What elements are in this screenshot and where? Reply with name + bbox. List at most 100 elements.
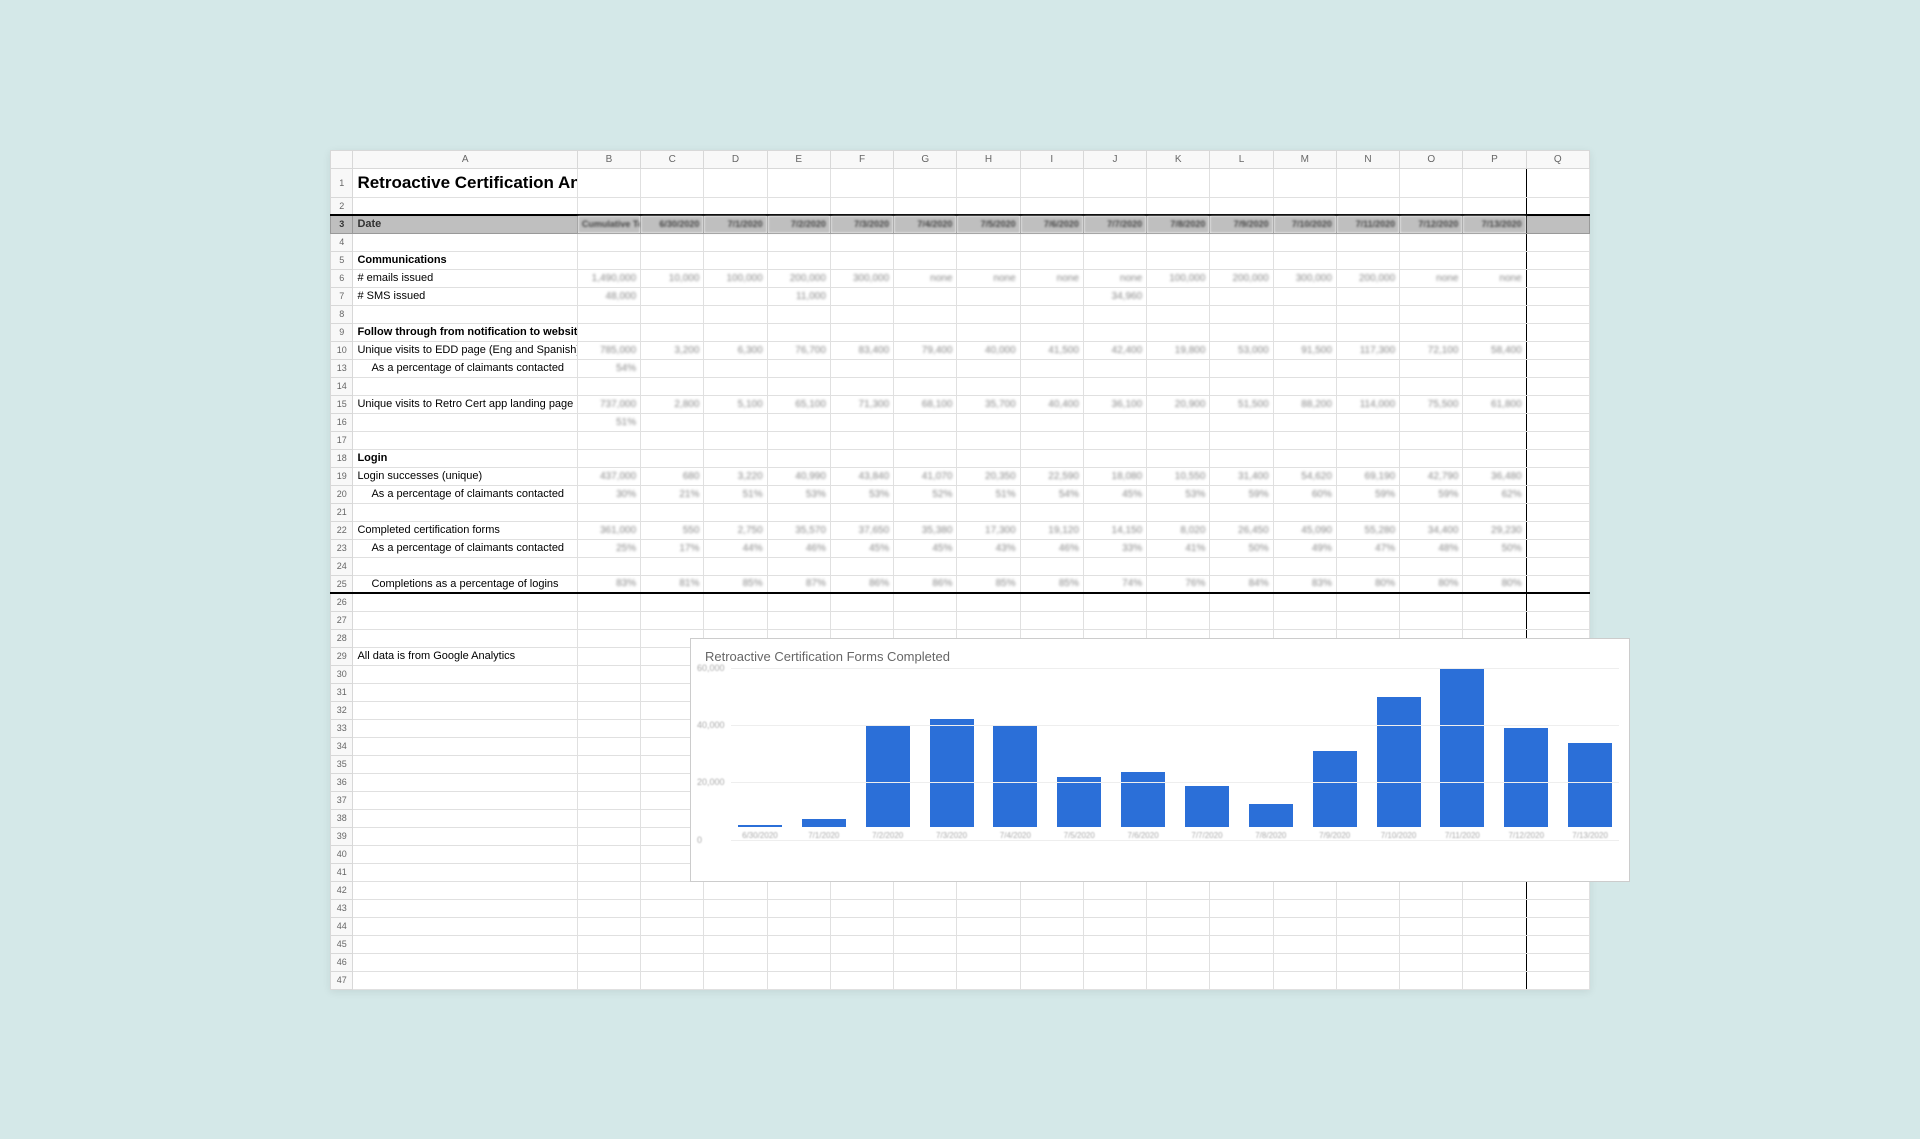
cell-C21[interactable] <box>641 503 704 521</box>
cell-E22[interactable]: 35,570 <box>767 521 830 539</box>
cell-D6[interactable]: 100,000 <box>704 269 767 287</box>
cell-H46[interactable] <box>957 953 1020 971</box>
cell-L17[interactable] <box>1210 431 1273 449</box>
cell-Q18[interactable] <box>1526 449 1589 467</box>
cell-D4[interactable] <box>704 233 767 251</box>
cell-G13[interactable] <box>894 359 957 377</box>
cell-E44[interactable] <box>767 917 830 935</box>
cell-A23[interactable]: As a percentage of claimants contacted <box>353 539 577 557</box>
row-header-4[interactable]: 4 <box>331 233 353 251</box>
cell-Q3[interactable] <box>1526 215 1589 233</box>
cell-Q1[interactable] <box>1526 168 1589 197</box>
cell-D20[interactable]: 51% <box>704 485 767 503</box>
cell-N2[interactable] <box>1336 197 1399 215</box>
cell-B27[interactable] <box>577 611 640 629</box>
row-header-1[interactable]: 1 <box>331 168 353 197</box>
cell-J42[interactable] <box>1083 881 1146 899</box>
cell-B9[interactable] <box>577 323 640 341</box>
row-header-27[interactable]: 27 <box>331 611 353 629</box>
cell-H23[interactable]: 43% <box>957 539 1020 557</box>
cell-M4[interactable] <box>1273 233 1336 251</box>
cell-H43[interactable] <box>957 899 1020 917</box>
cell-K13[interactable] <box>1147 359 1210 377</box>
cell-Q4[interactable] <box>1526 233 1589 251</box>
cell-K25[interactable]: 76% <box>1147 575 1210 593</box>
cell-O21[interactable] <box>1400 503 1463 521</box>
cell-Q25[interactable] <box>1526 575 1589 593</box>
row-header-38[interactable]: 38 <box>331 809 353 827</box>
cell-A19[interactable]: Login successes (unique) <box>353 467 577 485</box>
cell-P46[interactable] <box>1463 953 1526 971</box>
cell-K3[interactable]: 7/8/2020 <box>1147 215 1210 233</box>
cell-O2[interactable] <box>1400 197 1463 215</box>
cell-L45[interactable] <box>1210 935 1273 953</box>
col-header-P[interactable]: P <box>1463 150 1526 168</box>
cell-Q9[interactable] <box>1526 323 1589 341</box>
cell-E45[interactable] <box>767 935 830 953</box>
cell-K24[interactable] <box>1147 557 1210 575</box>
cell-Q16[interactable] <box>1526 413 1589 431</box>
col-header-G[interactable]: G <box>894 150 957 168</box>
cell-K47[interactable] <box>1147 971 1210 989</box>
cell-A4[interactable] <box>353 233 577 251</box>
cell-L13[interactable] <box>1210 359 1273 377</box>
row-header-21[interactable]: 21 <box>331 503 353 521</box>
row-header-29[interactable]: 29 <box>331 647 353 665</box>
cell-J15[interactable]: 36,100 <box>1083 395 1146 413</box>
cell-F43[interactable] <box>830 899 893 917</box>
cell-N21[interactable] <box>1336 503 1399 521</box>
cell-F7[interactable] <box>830 287 893 305</box>
cell-O8[interactable] <box>1400 305 1463 323</box>
cell-L27[interactable] <box>1210 611 1273 629</box>
cell-L25[interactable]: 84% <box>1210 575 1273 593</box>
cell-H10[interactable]: 40,000 <box>957 341 1020 359</box>
cell-P23[interactable]: 50% <box>1463 539 1526 557</box>
cell-J5[interactable] <box>1083 251 1146 269</box>
cell-Q26[interactable] <box>1526 593 1589 611</box>
cell-F21[interactable] <box>830 503 893 521</box>
cell-O9[interactable] <box>1400 323 1463 341</box>
cell-O42[interactable] <box>1400 881 1463 899</box>
col-header-I[interactable]: I <box>1020 150 1083 168</box>
cell-H17[interactable] <box>957 431 1020 449</box>
row-header-25[interactable]: 25 <box>331 575 353 593</box>
cell-G3[interactable]: 7/4/2020 <box>894 215 957 233</box>
row-header-45[interactable]: 45 <box>331 935 353 953</box>
cell-F45[interactable] <box>830 935 893 953</box>
cell-E18[interactable] <box>767 449 830 467</box>
cell-G27[interactable] <box>894 611 957 629</box>
cell-N15[interactable]: 114,000 <box>1336 395 1399 413</box>
cell-N46[interactable] <box>1336 953 1399 971</box>
cell-E23[interactable]: 46% <box>767 539 830 557</box>
cell-O45[interactable] <box>1400 935 1463 953</box>
cell-A35[interactable] <box>353 755 577 773</box>
cell-K27[interactable] <box>1147 611 1210 629</box>
cell-F20[interactable]: 53% <box>830 485 893 503</box>
cell-Q45[interactable] <box>1526 935 1589 953</box>
cell-O25[interactable]: 80% <box>1400 575 1463 593</box>
row-header-32[interactable]: 32 <box>331 701 353 719</box>
cell-H9[interactable] <box>957 323 1020 341</box>
cell-B26[interactable] <box>577 593 640 611</box>
cell-O47[interactable] <box>1400 971 1463 989</box>
cell-F18[interactable] <box>830 449 893 467</box>
row-header-35[interactable]: 35 <box>331 755 353 773</box>
cell-A1[interactable]: Retroactive Certification Analytics Summ… <box>353 168 577 197</box>
cell-G19[interactable]: 41,070 <box>894 467 957 485</box>
row-header-2[interactable]: 2 <box>331 197 353 215</box>
cell-B18[interactable] <box>577 449 640 467</box>
col-header-K[interactable]: K <box>1147 150 1210 168</box>
cell-Q24[interactable] <box>1526 557 1589 575</box>
cell-D14[interactable] <box>704 377 767 395</box>
cell-Q22[interactable] <box>1526 521 1589 539</box>
cell-A22[interactable]: Completed certification forms <box>353 521 577 539</box>
cell-A31[interactable] <box>353 683 577 701</box>
cell-N13[interactable] <box>1336 359 1399 377</box>
cell-J9[interactable] <box>1083 323 1146 341</box>
row-header-13[interactable]: 13 <box>331 359 353 377</box>
row-header-24[interactable]: 24 <box>331 557 353 575</box>
cell-P19[interactable]: 36,480 <box>1463 467 1526 485</box>
cell-H14[interactable] <box>957 377 1020 395</box>
cell-A21[interactable] <box>353 503 577 521</box>
cell-N24[interactable] <box>1336 557 1399 575</box>
